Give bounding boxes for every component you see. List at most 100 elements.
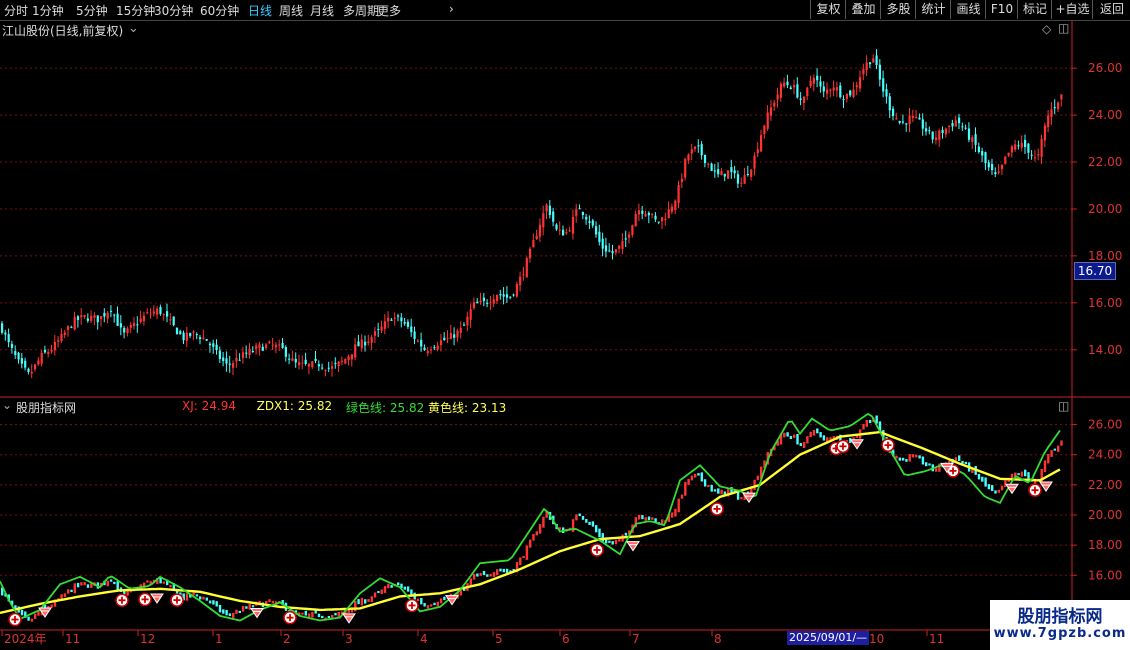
- kline-candle[interactable]: [872, 58, 875, 63]
- kline-candle[interactable]: [337, 361, 340, 367]
- kline-candle[interactable]: [123, 327, 126, 333]
- kline-candle[interactable]: [251, 351, 254, 353]
- kline-candle[interactable]: [238, 359, 241, 361]
- kline-candle[interactable]: [822, 86, 825, 92]
- kline-candle[interactable]: [786, 81, 789, 86]
- kline-candle[interactable]: [208, 343, 212, 346]
- kline-candle[interactable]: [364, 341, 367, 346]
- kline-candle[interactable]: [314, 358, 317, 361]
- kline-candle[interactable]: [637, 210, 641, 215]
- kline-candle[interactable]: [776, 94, 779, 100]
- kline-candle[interactable]: [1027, 143, 1030, 153]
- kline-candle[interactable]: [324, 369, 327, 372]
- kline-candle[interactable]: [565, 232, 568, 234]
- kline-candle[interactable]: [463, 324, 466, 326]
- kline-candle[interactable]: [1053, 107, 1056, 109]
- kline-candle[interactable]: [1050, 109, 1053, 117]
- tool-button-5[interactable]: F10: [985, 0, 1018, 19]
- kline-candle[interactable]: [925, 128, 928, 132]
- kline-candle[interactable]: [265, 344, 268, 348]
- kline-candle[interactable]: [1, 323, 4, 333]
- kline-candle[interactable]: [321, 367, 324, 369]
- kline-candle[interactable]: [317, 364, 320, 367]
- period-tab-7[interactable]: 周线: [279, 2, 303, 19]
- kline-candle[interactable]: [235, 357, 238, 362]
- kline-candle[interactable]: [746, 173, 749, 175]
- kline-candle[interactable]: [420, 339, 423, 347]
- kline-candle[interactable]: [967, 128, 971, 140]
- kline-candle[interactable]: [723, 173, 726, 177]
- kline-candle[interactable]: [90, 315, 93, 321]
- indicator-window-icon[interactable]: ◫: [1058, 399, 1069, 413]
- kline-candle[interactable]: [225, 358, 228, 364]
- kline-candle[interactable]: [185, 332, 188, 341]
- kline-candle[interactable]: [453, 334, 456, 338]
- kline-candle[interactable]: [202, 337, 205, 340]
- kline-candle[interactable]: [558, 229, 561, 231]
- kline-candle[interactable]: [618, 245, 621, 249]
- kline-candle[interactable]: [373, 331, 377, 336]
- kline-candle[interactable]: [24, 360, 27, 368]
- kline-candle[interactable]: [1047, 115, 1050, 128]
- kline-candle[interactable]: [413, 331, 416, 339]
- kline-candle[interactable]: [476, 301, 479, 304]
- kline-candle[interactable]: [862, 68, 865, 75]
- kline-candle[interactable]: [410, 326, 413, 333]
- kline-candle[interactable]: [793, 85, 796, 88]
- kline-candle[interactable]: [882, 78, 885, 92]
- kline-candle[interactable]: [769, 107, 773, 116]
- kline-candle[interactable]: [344, 358, 347, 364]
- kline-candle[interactable]: [139, 318, 142, 323]
- kline-candle[interactable]: [915, 116, 918, 118]
- kline-candle[interactable]: [670, 206, 674, 212]
- kline-candle[interactable]: [555, 224, 558, 230]
- kline-candle[interactable]: [20, 358, 23, 364]
- kline-candle[interactable]: [60, 333, 63, 342]
- indicator-candles[interactable]: [1, 415, 1063, 622]
- kline-candle[interactable]: [971, 137, 974, 142]
- kline-candle[interactable]: [403, 322, 406, 324]
- kline-candle[interactable]: [842, 99, 845, 101]
- kline-candle[interactable]: [984, 152, 987, 164]
- kline-candle[interactable]: [951, 123, 954, 127]
- kline-candle[interactable]: [763, 125, 766, 135]
- kline-candle[interactable]: [634, 213, 637, 227]
- kline-candle[interactable]: [961, 126, 964, 128]
- more-chevron-right-icon[interactable]: ›: [449, 2, 454, 16]
- period-tab-6[interactable]: 日线: [248, 2, 272, 19]
- window-icon[interactable]: ◫: [1058, 21, 1069, 35]
- kline-candle[interactable]: [948, 125, 951, 127]
- kline-candle[interactable]: [697, 145, 700, 147]
- kline-candle[interactable]: [941, 129, 944, 134]
- kline-candle[interactable]: [30, 371, 33, 374]
- tool-button-2[interactable]: 多股: [880, 0, 916, 19]
- kline-candle[interactable]: [1030, 154, 1033, 156]
- kline-candle[interactable]: [515, 283, 518, 297]
- kline-candle[interactable]: [156, 308, 159, 315]
- kline-candle[interactable]: [839, 85, 842, 98]
- kline-candle[interactable]: [50, 349, 53, 352]
- kline-candle[interactable]: [687, 154, 690, 161]
- kline-candle[interactable]: [1017, 145, 1020, 147]
- kline-candle[interactable]: [426, 351, 429, 354]
- kline-candle[interactable]: [205, 339, 208, 341]
- kline-candle[interactable]: [83, 314, 86, 317]
- kline-candle[interactable]: [215, 344, 218, 350]
- kline-candle[interactable]: [281, 342, 284, 348]
- kline-candle[interactable]: [367, 341, 370, 343]
- kline-candle[interactable]: [304, 359, 307, 365]
- kline-candle[interactable]: [57, 340, 60, 342]
- kline-candle[interactable]: [901, 121, 905, 123]
- kline-candle[interactable]: [245, 352, 248, 354]
- period-tab-9[interactable]: 多周期: [343, 2, 379, 19]
- kline-candle[interactable]: [232, 363, 235, 368]
- kline-candle[interactable]: [433, 347, 436, 349]
- kline-candle[interactable]: [423, 347, 426, 350]
- kline-candle[interactable]: [829, 89, 832, 91]
- kline-candle[interactable]: [100, 316, 103, 320]
- kline-candle[interactable]: [27, 368, 30, 373]
- kline-candle[interactable]: [779, 83, 782, 98]
- kline-candle[interactable]: [307, 364, 311, 367]
- kline-candle[interactable]: [271, 344, 274, 346]
- kline-candle[interactable]: [390, 319, 393, 321]
